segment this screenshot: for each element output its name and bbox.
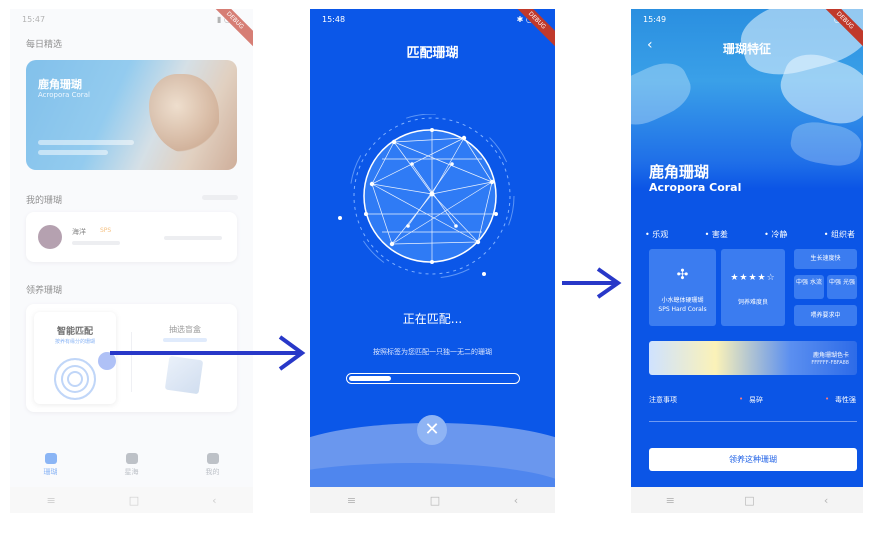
home-button-icon[interactable]: □ xyxy=(430,494,440,507)
status-time: 15:47 xyxy=(22,15,46,24)
status-bar: 15:49 ◔ ▭ xyxy=(643,15,851,24)
divider xyxy=(649,421,857,422)
back-nav-icon[interactable]: ‹ xyxy=(514,494,518,507)
difficulty-stars: ★★★★☆ xyxy=(730,273,776,283)
bottom-tab-bar: 珊瑚 星海 我的 xyxy=(10,443,253,487)
see-more-link[interactable] xyxy=(202,195,238,200)
coral-polyp-icon: ✣ xyxy=(676,267,689,283)
smart-match-subtitle: 按养有缘分的珊瑚 xyxy=(54,339,95,345)
network-globe-icon xyxy=(338,114,515,279)
adopt-title: 领养珊瑚 xyxy=(26,286,63,296)
adopt-button[interactable]: 领养这种珊瑚 xyxy=(649,448,857,471)
status-bar: 15:48 ✱ ◔ ▭ xyxy=(322,15,543,24)
home-screen: 15:47 ▮ ◔ ▭ DEBUG 每日精选 鹿角珊瑚 Acropora Cor… xyxy=(10,9,253,513)
banner-desc-line xyxy=(38,150,108,155)
tab-starsea[interactable]: 星海 xyxy=(125,453,139,477)
tab-label: 星海 xyxy=(124,468,139,476)
menu-icon[interactable]: ≡ xyxy=(46,494,55,507)
star-sea-icon xyxy=(125,453,138,464)
matching-status: 正在匹配... xyxy=(402,312,463,326)
flow-arrow-2 xyxy=(562,267,622,299)
coral-type-card: ✣ 小水螅体硬珊瑚 SPS Hard Corals xyxy=(649,249,716,326)
matching-screen: 15:48 ✱ ◔ ▭ DEBUG 匹配珊瑚 正在 xyxy=(310,9,555,513)
avatar xyxy=(38,225,62,249)
banner-desc-line xyxy=(38,140,134,145)
home-button-icon[interactable]: □ xyxy=(744,494,754,507)
trait-tag: • 组织者 xyxy=(823,230,855,239)
tab-label: 珊瑚 xyxy=(43,468,58,476)
banner-subtitle: Acropora Coral xyxy=(38,91,90,99)
color-codes: FFFFFF-FBFA88 xyxy=(811,360,849,366)
tab-label: 我的 xyxy=(205,468,220,476)
notes-label: 注意事项 xyxy=(649,396,677,404)
status-bar: 15:47 ▮ ◔ ▭ xyxy=(22,15,241,24)
trait-tag: • 乐观 xyxy=(645,230,669,239)
menu-icon[interactable]: ≡ xyxy=(666,494,675,507)
tab-coral[interactable]: 珊瑚 xyxy=(44,453,58,477)
trait-tag: • 冷静 xyxy=(764,230,788,239)
coral-name-cn: 鹿角珊瑚 xyxy=(649,163,710,181)
daily-pick-title: 每日精选 xyxy=(26,40,63,50)
back-nav-icon[interactable]: ‹ xyxy=(212,494,216,507)
water-flow-card: 中强 水流 xyxy=(794,275,824,299)
user-icon xyxy=(206,453,219,464)
coral-type-label: 小水螅体硬珊瑚 xyxy=(661,297,704,304)
coral-date xyxy=(164,236,222,240)
coral-detail-screen: 15:49 ◔ ▭ DEBUG ‹ 珊瑚特征 鹿角珊瑚 Acropora Cor… xyxy=(631,9,863,513)
featured-banner[interactable]: 鹿角珊瑚 Acropora Coral xyxy=(26,60,237,170)
color-card-title: 鹿角珊瑚色卡 xyxy=(812,352,849,359)
system-nav-bar: ≡ □ ‹ xyxy=(631,487,863,513)
home-icon xyxy=(44,453,57,464)
coral-branch xyxy=(631,54,698,134)
trait-tag: • 害羞 xyxy=(704,230,728,239)
page-title: 珊瑚特征 xyxy=(722,42,771,56)
my-coral-title: 我的珊瑚 xyxy=(26,196,63,206)
growth-speed-card: 生长速度快 xyxy=(794,249,857,269)
note-fragile: 易碎 xyxy=(749,396,763,404)
feeding-card: 喂养要求中 xyxy=(794,305,857,326)
coral-image xyxy=(149,74,219,154)
difficulty-card: ★★★★☆ 饲养难度良 xyxy=(721,249,785,326)
progress-bar xyxy=(346,373,520,384)
smart-match-option[interactable]: 智能匹配 按养有缘分的珊瑚 xyxy=(34,312,116,404)
banner-title: 鹿角珊瑚 xyxy=(38,78,82,91)
home-button-icon[interactable]: □ xyxy=(129,494,139,507)
fingerprint-icon xyxy=(54,358,96,400)
coral-meta xyxy=(72,241,120,245)
coral-type-label-en: SPS Hard Corals xyxy=(658,306,707,313)
smart-match-title: 智能匹配 xyxy=(56,327,93,337)
status-time: 15:48 xyxy=(322,15,346,24)
note-toxic: 毒性强 xyxy=(835,396,856,404)
coral-branch xyxy=(788,118,863,170)
personality-traits: • 乐观 • 害羞 • 冷静 • 组织者 xyxy=(645,229,855,240)
system-nav-bar: ≡ □ ‹ xyxy=(310,487,555,513)
flow-arrow-1 xyxy=(110,335,306,371)
status-time: 15:49 xyxy=(643,15,667,24)
coral-name-en: Acropora Coral xyxy=(649,181,742,194)
matching-hint: 按照标签为您匹配一只独一无二的珊瑚 xyxy=(373,348,492,356)
warning-dot-icon: • xyxy=(739,395,744,403)
system-nav-bar: ≡ □ ‹ xyxy=(10,487,253,513)
tab-mine[interactable]: 我的 xyxy=(206,453,220,477)
light-intensity-card: 中强 光强 xyxy=(827,275,857,299)
menu-icon[interactable]: ≡ xyxy=(347,494,356,507)
difficulty-label: 饲养难度良 xyxy=(737,299,768,306)
progress-fill xyxy=(349,376,391,381)
warning-dot-icon: • xyxy=(825,395,830,403)
coral-tag: SPS xyxy=(100,227,112,234)
page-title: 匹配珊瑚 xyxy=(406,46,459,61)
coral-name: 海洋 xyxy=(72,228,86,236)
back-nav-icon[interactable]: ‹ xyxy=(824,494,828,507)
cancel-button[interactable]: ✕ xyxy=(417,415,447,445)
color-card: 鹿角珊瑚色卡 FFFFFF-FBFA88 xyxy=(649,341,857,375)
my-coral-card[interactable]: 海洋 SPS xyxy=(26,212,237,262)
